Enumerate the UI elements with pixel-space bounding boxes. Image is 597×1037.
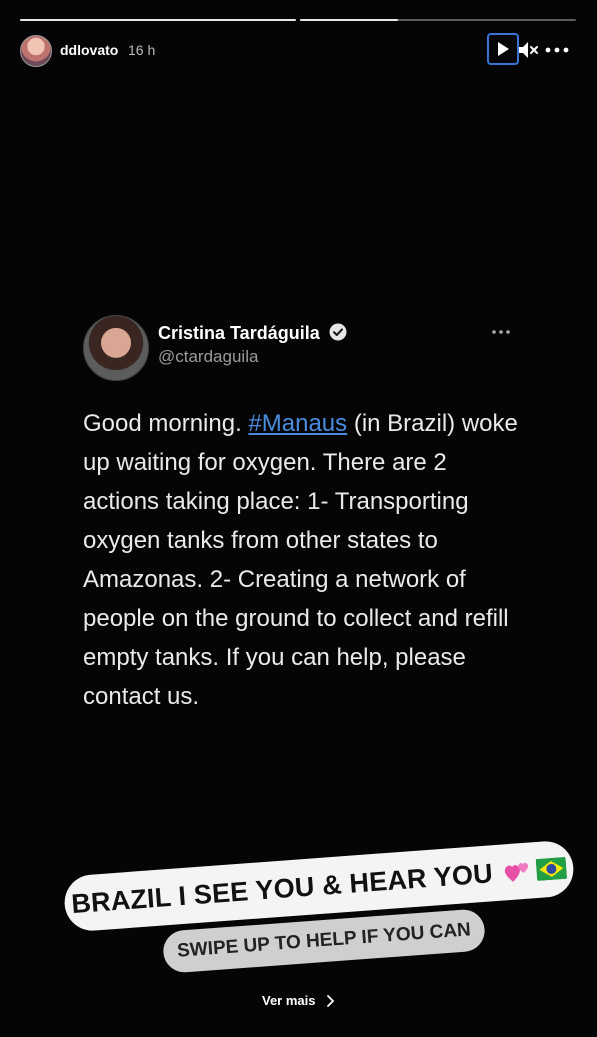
- tweet-author-name: Cristina Tardáguila: [158, 323, 320, 343]
- progress-bar-segment-2-fill: [300, 19, 398, 21]
- tweet-text: Good morning. #Manaus (in Brazil) woke u…: [83, 404, 523, 716]
- play-button[interactable]: [487, 33, 519, 65]
- speaker-muted-icon[interactable]: [517, 39, 539, 61]
- user-avatar[interactable]: [20, 35, 52, 67]
- tweet-text-body: (in Brazil) woke up waiting for oxygen. …: [83, 410, 518, 710]
- story-viewer[interactable]: ddlovato 16 h Cristina Tardáguila @ctard…: [0, 0, 597, 1037]
- two-hearts-emoji-icon: [505, 862, 529, 882]
- tweet-author-avatar: [83, 315, 149, 381]
- verified-badge-icon: [329, 323, 347, 341]
- more-horizontal-icon[interactable]: [545, 40, 569, 60]
- sticker-secondary-text: SWIPE UP TO HELP IF YOU CAN: [176, 919, 472, 962]
- sticker-primary-text: BRAZIL I SEE YOU & HEAR YOU: [70, 857, 494, 919]
- post-time: 16 h: [128, 42, 156, 58]
- tweet-text-intro: Good morning.: [83, 410, 249, 437]
- username[interactable]: ddlovato: [60, 42, 118, 58]
- brazil-flag-emoji-icon: [535, 856, 568, 881]
- tweet-author-handle: @ctardaguila: [158, 347, 259, 366]
- see-more-link[interactable]: Ver mais: [262, 993, 316, 1008]
- tweet-more-icon: [492, 330, 510, 334]
- text-sticker-primary: BRAZIL I SEE YOU & HEAR YOU: [62, 839, 576, 933]
- progress-bar-segment-1: [20, 19, 296, 21]
- hashtag-link: #Manaus: [248, 410, 348, 437]
- play-icon: [498, 42, 509, 56]
- chevron-right-icon[interactable]: [325, 994, 335, 1008]
